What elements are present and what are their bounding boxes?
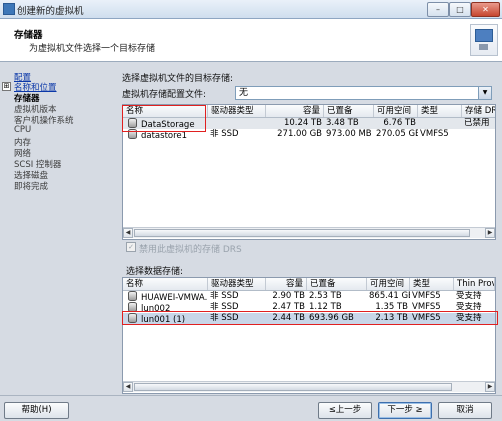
profile-label: 虚拟机存储配置文件: <box>122 90 207 100</box>
col-capacity[interactable]: 容量 <box>266 278 307 290</box>
main-panel: 选择虚拟机文件的目标存储: 虚拟机存储配置文件: 无 ▼ 名称 驱动器类型 容量… <box>118 62 502 395</box>
col-provisioned[interactable]: 已置备 <box>307 278 367 290</box>
cell-provisioned: 973.00 MB <box>326 129 372 139</box>
col-free-space[interactable]: 可用空间 <box>374 105 418 117</box>
col-storage-drs[interactable]: 存储 DRS <box>462 105 495 117</box>
page-title: 存储器 <box>14 30 43 41</box>
col-type[interactable]: 类型 <box>410 278 454 290</box>
cell-free: 6.76 TB <box>383 118 416 128</box>
cell-drive: 非 SSD <box>210 129 239 139</box>
page-subtitle: 为虚拟机文件选择一个目标存储 <box>29 44 156 54</box>
window-title: 创建新的虚拟机 <box>17 6 84 17</box>
col-provisioned[interactable]: 已置备 <box>324 105 374 117</box>
cell-provisioned: 3.48 TB <box>326 118 359 128</box>
col-free-space[interactable]: 可用空间 <box>367 278 410 290</box>
back-button[interactable]: ≤上一步 <box>318 402 372 419</box>
col-drive-type[interactable]: 驱动器类型 <box>208 105 266 117</box>
disable-drs-label: 禁用此虚拟机的存储 DRS <box>139 245 242 255</box>
col-name[interactable]: 名称 <box>123 278 208 290</box>
cell-capacity: 10.24 TB <box>283 118 322 128</box>
cell-capacity: 2.90 TB <box>272 291 305 301</box>
datastore-table: 名称 驱动器类型 容量 已置备 可用空间 类型 Thin Provi HUAWE… <box>122 277 496 394</box>
cell-type: VMFS5 <box>412 291 441 301</box>
nav-step-ready: 即将完成 <box>14 182 49 192</box>
cell-type: VMFS5 <box>420 129 449 139</box>
cell-provisioned: 2.53 TB <box>309 291 342 301</box>
next-button[interactable]: 下一步 ≥ <box>378 402 432 419</box>
button-bar: 帮助(H) ≤上一步 下一步 ≥ 取消 <box>0 395 502 421</box>
disable-drs-checkbox[interactable]: ✓ <box>126 242 136 252</box>
help-button[interactable]: 帮助(H) <box>4 402 69 419</box>
cell-drive <box>208 118 266 129</box>
wizard-steps-nav: 配置 ⊞ 名称和位置 存储器 虚拟机版本 客户机操作系统 CPU 内存 网络 S… <box>0 62 118 395</box>
table-header: 名称 驱动器类型 容量 已置备 可用空间 类型 Thin Provi <box>123 278 495 291</box>
cell-name: HUAWEI-VMWA... <box>126 291 208 302</box>
maximize-button[interactable]: □ <box>449 2 471 17</box>
expand-icon[interactable]: ⊞ <box>2 82 11 91</box>
cell-drs: 已禁用 <box>464 118 490 128</box>
highlight-box <box>122 311 498 325</box>
datastore-icon <box>128 291 137 301</box>
cell-capacity: 271.00 GB <box>277 129 322 139</box>
col-thin-provisioning[interactable]: Thin Provi <box>454 278 495 290</box>
wizard-header: 存储器 为虚拟机文件选择一个目标存储 <box>0 19 502 62</box>
cell-free: 270.05 GB <box>376 129 418 139</box>
scroll-right-icon[interactable]: ▶ <box>485 228 495 238</box>
cell-free: 865.41 GB <box>369 291 410 301</box>
cell-drive: 非 SSD <box>210 291 239 301</box>
app-icon <box>3 3 15 15</box>
col-type[interactable]: 类型 <box>418 105 462 117</box>
col-capacity[interactable]: 容量 <box>266 105 324 117</box>
scroll-left-icon[interactable]: ◀ <box>123 382 133 392</box>
scrollbar-thumb[interactable] <box>134 383 452 391</box>
col-drive-type[interactable]: 驱动器类型 <box>208 278 266 290</box>
horizontal-scrollbar[interactable]: ◀ ▶ <box>123 381 495 392</box>
select-datastore-label: 选择数据存储: <box>126 267 184 277</box>
profile-select-value: 无 <box>239 88 249 98</box>
scroll-right-icon[interactable]: ▶ <box>485 382 495 392</box>
cell-thin: 受支持 <box>456 291 482 301</box>
scrollbar-thumb[interactable] <box>134 229 470 237</box>
horizontal-scrollbar[interactable]: ◀ ▶ <box>123 227 495 238</box>
table-row[interactable]: HUAWEI-VMWA... 非 SSD 2.90 TB 2.53 TB 865… <box>123 291 495 302</box>
target-storage-label: 选择虚拟机文件的目标存储: <box>122 74 234 84</box>
cell-drs <box>462 129 495 140</box>
title-bar: 创建新的虚拟机 – □ ✕ <box>0 0 502 19</box>
highlight-box <box>122 105 206 132</box>
cancel-button[interactable]: 取消 <box>438 402 492 419</box>
dropdown-arrow-icon[interactable]: ▼ <box>478 87 491 99</box>
vm-logo-icon <box>470 24 498 56</box>
profile-select[interactable]: 无 ▼ <box>235 86 492 100</box>
minimize-button[interactable]: – <box>427 2 449 17</box>
close-button[interactable]: ✕ <box>471 2 500 17</box>
cell-type <box>418 118 462 129</box>
scroll-left-icon[interactable]: ◀ <box>123 228 133 238</box>
nav-step-cpu: CPU <box>14 125 32 135</box>
